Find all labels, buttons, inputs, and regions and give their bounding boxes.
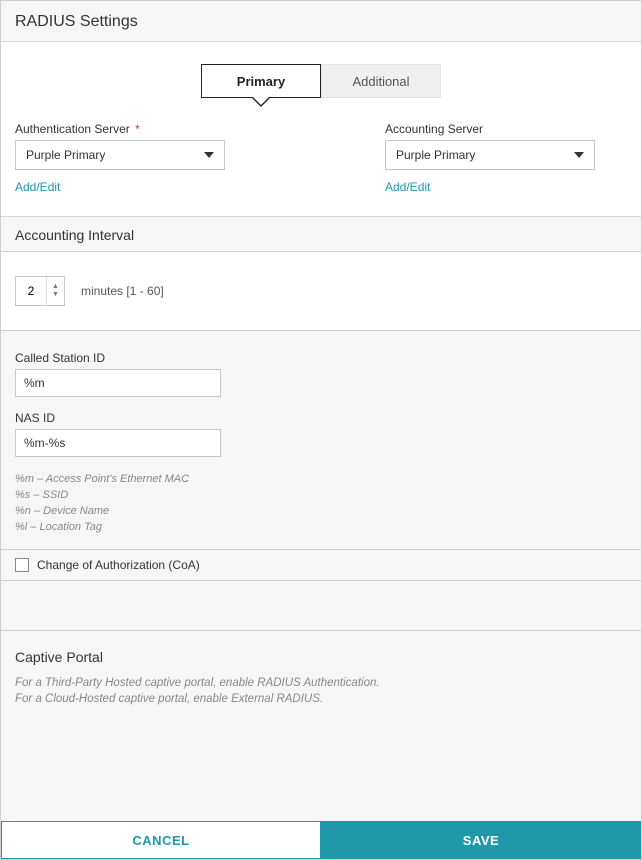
captive-portal-desc: For a Third-Party Hosted captive portal,… (15, 675, 627, 707)
step-down-icon[interactable]: ▼ (52, 291, 59, 299)
acct-server-value: Purple Primary (396, 148, 475, 162)
legend-line: %s – SSID (15, 487, 627, 503)
legend-line: %m – Access Point's Ethernet MAC (15, 471, 627, 487)
coa-row: Change of Authorization (CoA) (1, 549, 641, 581)
button-bar: CANCEL SAVE (1, 821, 641, 859)
step-up-icon[interactable]: ▲ (52, 283, 59, 291)
auth-server-label: Authentication Server * (15, 122, 265, 136)
server-row: Authentication Server * Purple Primary A… (13, 122, 629, 196)
accounting-interval-body: ▲ ▼ minutes [1 - 60] (1, 252, 641, 331)
captive-portal-title: Captive Portal (15, 649, 627, 665)
tab-additional[interactable]: Additional (321, 64, 441, 98)
spacer (1, 581, 641, 631)
accounting-interval-header: Accounting Interval (1, 217, 641, 252)
captive-portal-section: Captive Portal For a Third-Party Hosted … (1, 631, 641, 821)
stepper-controls[interactable]: ▲ ▼ (46, 277, 64, 305)
portal-desc-line: For a Cloud-Hosted captive portal, enabl… (15, 691, 627, 707)
auth-server-value: Purple Primary (26, 148, 105, 162)
tabs-panel: Primary Additional Authentication Server… (1, 42, 641, 217)
acct-server-column: Accounting Server Purple Primary Add/Edi… (385, 122, 635, 196)
auth-server-label-text: Authentication Server (15, 122, 130, 136)
auth-server-select[interactable]: Purple Primary (15, 140, 225, 170)
coa-checkbox[interactable] (15, 558, 29, 572)
nas-id-input[interactable] (15, 429, 221, 457)
legend-line: %n – Device Name (15, 503, 627, 519)
interval-stepper[interactable]: ▲ ▼ (15, 276, 65, 306)
page-title: RADIUS Settings (1, 1, 641, 42)
portal-desc-line: For a Third-Party Hosted captive portal,… (15, 675, 627, 691)
interval-input[interactable] (16, 284, 46, 298)
auth-server-column: Authentication Server * Purple Primary A… (15, 122, 265, 196)
acct-server-add-edit-link[interactable]: Add/Edit (385, 180, 430, 194)
legend-line: %l – Location Tag (15, 519, 627, 535)
chevron-down-icon (574, 152, 584, 158)
coa-label: Change of Authorization (CoA) (37, 558, 200, 572)
chevron-down-icon (204, 152, 214, 158)
called-station-label: Called Station ID (15, 351, 627, 365)
required-indicator: * (135, 122, 140, 136)
acct-server-select[interactable]: Purple Primary (385, 140, 595, 170)
placeholder-legend: %m – Access Point's Ethernet MAC %s – SS… (15, 471, 627, 535)
interval-unit-label: minutes [1 - 60] (81, 284, 164, 298)
ids-section: Called Station ID NAS ID %m – Access Poi… (1, 331, 641, 549)
nas-id-label: NAS ID (15, 411, 627, 425)
acct-server-label: Accounting Server (385, 122, 635, 136)
auth-server-add-edit-link[interactable]: Add/Edit (15, 180, 60, 194)
tab-row: Primary Additional (13, 64, 629, 98)
called-station-input[interactable] (15, 369, 221, 397)
cancel-button[interactable]: CANCEL (1, 821, 321, 859)
save-button[interactable]: SAVE (321, 821, 641, 859)
tab-primary[interactable]: Primary (201, 64, 321, 98)
